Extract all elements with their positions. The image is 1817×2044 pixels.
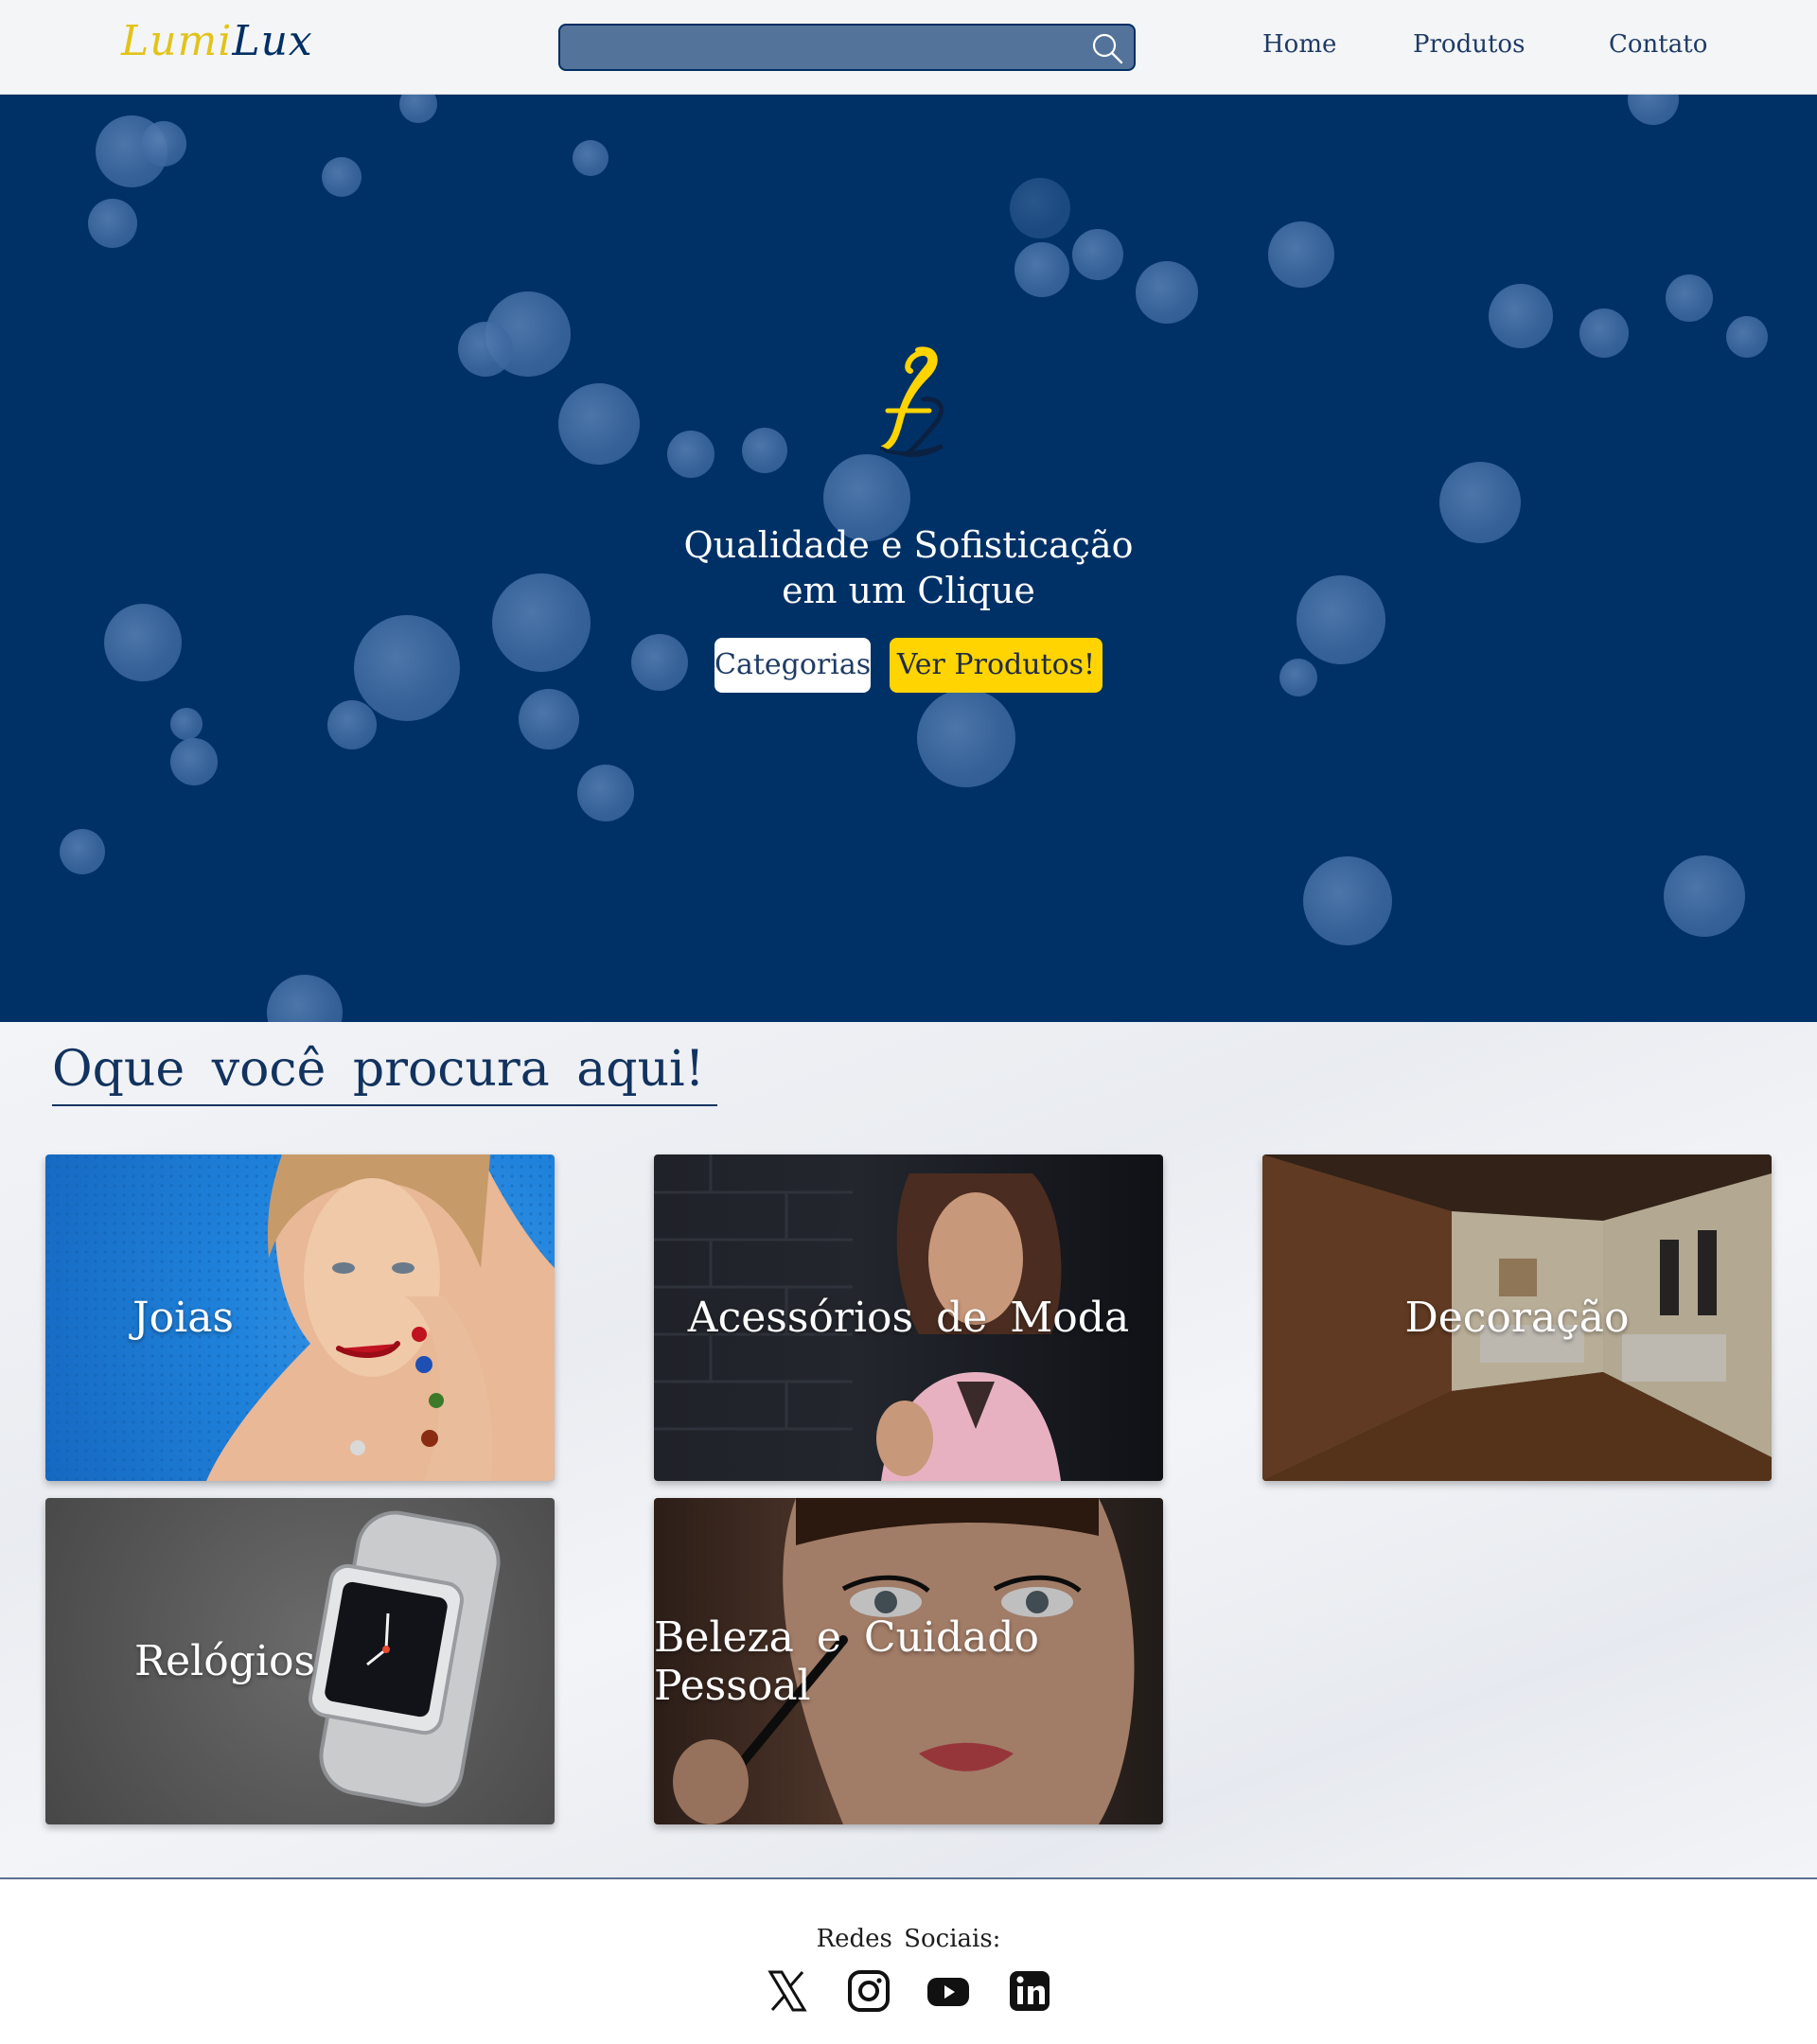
decorative-bubble: [327, 700, 377, 749]
category-label-acessorios-de-moda: Acessórios de Moda: [687, 1294, 1130, 1342]
decorative-bubble: [1489, 284, 1553, 348]
decorative-bubble: [141, 121, 186, 167]
x-icon[interactable]: [765, 1968, 810, 2014]
category-card-joias[interactable]: Joias: [45, 1154, 555, 1481]
footer-social-title: Redes Sociais:: [816, 1925, 1001, 1953]
decorative-bubble: [267, 975, 343, 1022]
decorative-bubble: [354, 615, 460, 721]
decorative-bubble: [458, 322, 513, 377]
categorias-button[interactable]: Categorias: [714, 638, 871, 693]
section-title: Oque você procura aqui!: [52, 1041, 705, 1098]
category-card-relogios[interactable]: Relógios: [45, 1498, 555, 1824]
search-icon[interactable]: [1090, 31, 1124, 65]
ver-produtos-button[interactable]: Ver Produtos!: [890, 638, 1103, 693]
logo-part-lumi: Lumi: [121, 17, 233, 65]
category-card-acessorios-de-moda[interactable]: Acessórios de Moda: [654, 1154, 1163, 1481]
decorative-bubble: [1268, 221, 1334, 288]
decorative-bubble: [1014, 242, 1069, 297]
nav-contato[interactable]: Contato: [1609, 30, 1707, 59]
decorative-bubble: [170, 738, 218, 785]
decorative-bubble: [573, 140, 609, 176]
decorative-bubble: [558, 383, 640, 465]
search-bar: [558, 24, 1136, 71]
nav-produtos[interactable]: Produtos: [1413, 30, 1525, 59]
decorative-bubble: [492, 573, 591, 672]
hero-banner: Qualidade e Sofisticação em um Clique Ca…: [0, 95, 1817, 1022]
category-card-beleza-e-cuidado-pessoal[interactable]: Beleza e Cuidado Pessoal: [654, 1498, 1163, 1824]
decorative-bubble: [1072, 229, 1123, 280]
hero-tagline: Qualidade e Sofisticação em um Clique: [625, 522, 1192, 613]
decorative-bubble: [519, 689, 579, 749]
decorative-bubble: [60, 829, 105, 874]
decorative-bubble: [917, 689, 1015, 787]
youtube-icon[interactable]: [926, 1968, 971, 2014]
categories-section: Oque você procura aqui! Joias Acessórios…: [0, 1022, 1817, 1877]
nav-home[interactable]: Home: [1262, 30, 1336, 59]
category-label-beleza-e-cuidado-pessoal: Beleza e Cuidado Pessoal: [654, 1498, 1163, 1824]
site-footer: Redes Sociais:: [0, 1877, 1817, 2044]
decorative-bubble: [1628, 95, 1679, 125]
decorative-bubble: [1010, 178, 1070, 238]
decorative-bubble: [88, 199, 137, 248]
brand-emblem-icon: [880, 346, 944, 457]
logo[interactable]: LumiLux: [121, 13, 313, 70]
category-label-joias: Joias: [132, 1294, 235, 1342]
linkedin-icon[interactable]: [1007, 1968, 1052, 2014]
decorative-bubble: [399, 95, 437, 123]
instagram-icon[interactable]: [846, 1968, 891, 2014]
decorative-bubble: [1666, 274, 1713, 322]
decorative-bubble: [667, 431, 714, 478]
hero-tagline-line1: Qualidade e Sofisticação: [683, 524, 1134, 566]
decorative-bubble: [1136, 261, 1198, 324]
hero-tagline-line2: em um Clique: [782, 570, 1035, 611]
category-card-decoracao[interactable]: Decoração: [1262, 1154, 1772, 1481]
site-header: LumiLux Home Produtos Contato: [0, 0, 1817, 95]
decorative-bubble: [1726, 316, 1768, 358]
search-input[interactable]: [570, 31, 1071, 63]
decorative-bubble: [170, 708, 203, 740]
decorative-bubble: [1303, 856, 1392, 945]
decorative-bubble: [631, 634, 688, 691]
decorative-bubble: [742, 428, 787, 473]
logo-part-lux: Lux: [232, 17, 313, 65]
decorative-bubble: [577, 765, 634, 821]
decorative-bubble: [1439, 462, 1521, 543]
category-label-relogios: Relógios: [134, 1637, 316, 1685]
decorative-bubble: [322, 157, 362, 197]
decorative-bubble: [104, 604, 182, 681]
decorative-bubble: [1279, 659, 1317, 696]
decorative-bubble: [1664, 855, 1745, 937]
category-label-decoracao: Decoração: [1262, 1154, 1772, 1481]
decorative-bubble: [1579, 308, 1629, 358]
section-title-underline: [52, 1104, 717, 1106]
decorative-bubble: [1297, 575, 1385, 664]
